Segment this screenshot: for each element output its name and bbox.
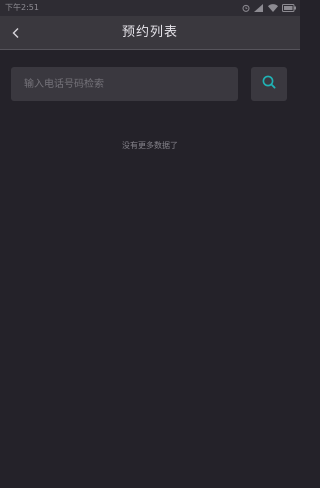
search-icon <box>261 74 277 94</box>
status-icons <box>242 0 296 16</box>
search-button[interactable] <box>251 67 287 101</box>
page-title: 预约列表 <box>121 25 178 40</box>
nav-bar: 预约列表 <box>0 16 300 50</box>
phone-search-input[interactable] <box>11 67 238 101</box>
alarm-icon <box>242 4 250 12</box>
status-bar: 下午2:51 <box>0 0 300 16</box>
no-more-data-text: 没有更多数据了 <box>122 141 178 150</box>
wifi-icon <box>268 4 278 12</box>
signal-icon <box>254 4 264 12</box>
battery-icon <box>282 4 296 12</box>
status-time: 下午2:51 <box>5 3 39 12</box>
app-screen: 下午2:51 预约列表 没有更多数据了 <box>0 0 300 488</box>
